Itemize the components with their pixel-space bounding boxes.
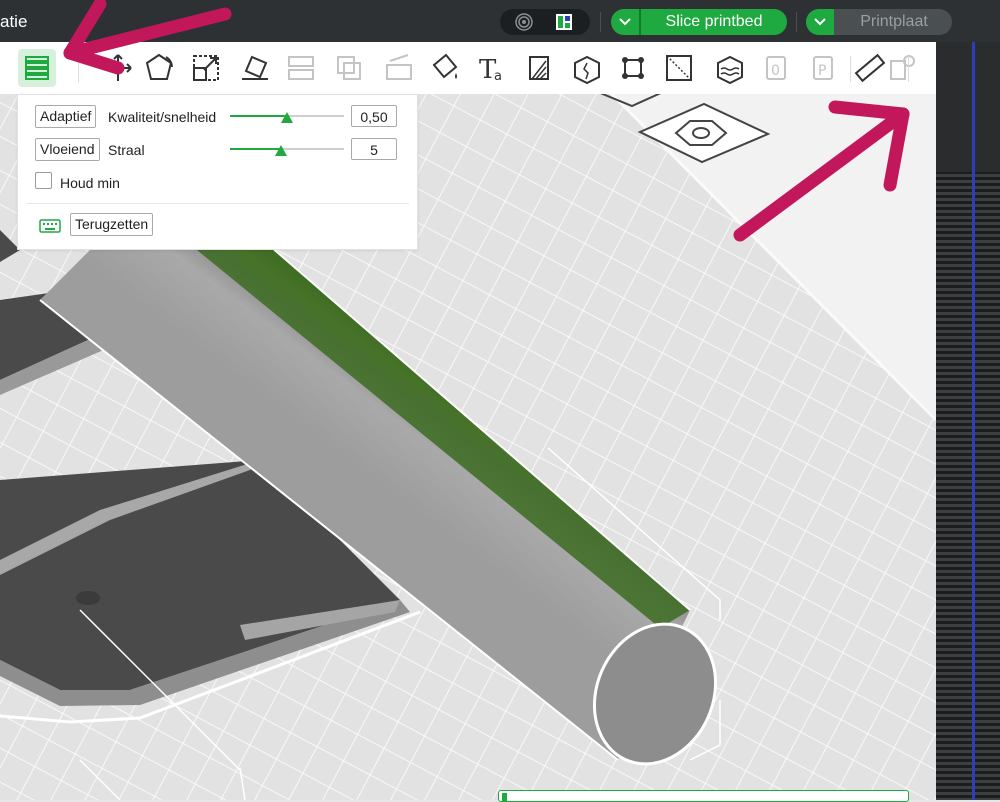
topbar-divider <box>600 12 601 32</box>
move-icon[interactable] <box>99 49 137 87</box>
view-mode-toggle[interactable] <box>500 9 590 35</box>
toolbar-divider <box>850 56 851 82</box>
toolbar-divider <box>908 56 909 82</box>
svg-text:0: 0 <box>771 63 780 79</box>
seam-paint-icon[interactable] <box>567 49 605 87</box>
radius-slider-thumb[interactable] <box>275 145 287 156</box>
radius-label: Straal <box>108 142 145 158</box>
slice-plate-button[interactable]: Slice printbed <box>641 13 787 31</box>
plate-icon[interactable]: P <box>804 49 842 87</box>
brim-ears-icon[interactable] <box>614 49 652 87</box>
support-paint-icon[interactable] <box>520 49 558 87</box>
emboss-icon[interactable] <box>883 49 921 87</box>
smooth-button[interactable]: Vloeiend <box>35 138 100 161</box>
keep-min-label: Houd min <box>60 175 120 191</box>
svg-text:a: a <box>494 69 502 84</box>
radius-slider[interactable] <box>230 145 344 156</box>
layer-slider-header <box>936 42 1000 172</box>
paint-icon[interactable] <box>426 49 464 87</box>
split-parts-icon[interactable] <box>330 49 368 87</box>
lay-on-face-icon[interactable] <box>236 49 274 87</box>
notification-bar <box>498 790 909 802</box>
top-bar: atie Slice printbed Printplaat <box>0 0 1000 42</box>
scale-icon[interactable] <box>187 49 225 87</box>
topbar-divider <box>796 12 797 32</box>
assembly-icon[interactable]: 0 <box>757 49 795 87</box>
object-toolbar: Ta 0 P <box>0 42 936 94</box>
keyboard-icon[interactable] <box>39 218 61 234</box>
3d-view-icon[interactable] <box>514 12 534 32</box>
measure-box-icon[interactable] <box>660 49 698 87</box>
variable-layer-height-icon[interactable] <box>18 49 56 87</box>
reset-button[interactable]: Terugzetten <box>70 213 154 236</box>
quality-label: Kwaliteit/snelheid <box>108 109 217 125</box>
layer-slider-panel[interactable] <box>936 42 1000 800</box>
radius-slider-fill <box>230 148 281 150</box>
print-dropdown-button[interactable] <box>806 9 834 35</box>
app-title: atie <box>0 12 28 31</box>
split-objects-icon[interactable] <box>282 49 320 87</box>
svg-text:P: P <box>818 63 826 79</box>
cut-icon[interactable] <box>380 49 418 87</box>
keep-min-checkbox[interactable] <box>35 172 52 189</box>
print-plate-button[interactable]: Printplaat <box>836 13 952 31</box>
radius-input[interactable]: 5 <box>351 138 397 160</box>
panel-divider <box>26 203 409 204</box>
toolbar-divider <box>78 56 79 82</box>
quality-slider-fill <box>230 115 287 117</box>
print-button-group: Printplaat <box>806 9 952 35</box>
quality-slider-thumb[interactable] <box>281 112 293 123</box>
variable-layer-height-panel: Adaptief Kwaliteit/snelheid 0,50 Vloeien… <box>17 94 418 250</box>
adaptive-button[interactable]: Adaptief <box>35 105 97 128</box>
preview-icon[interactable] <box>554 12 574 32</box>
quality-slider[interactable] <box>230 112 344 123</box>
slice-dropdown-button[interactable] <box>611 9 639 35</box>
text-icon[interactable]: Ta <box>474 49 512 87</box>
slice-button-group: Slice printbed <box>611 9 787 35</box>
quality-input[interactable]: 0,50 <box>351 105 397 127</box>
layer-timeline-bar[interactable] <box>972 42 975 800</box>
fuzzy-skin-icon[interactable] <box>710 49 748 87</box>
rotate-icon[interactable] <box>140 49 178 87</box>
